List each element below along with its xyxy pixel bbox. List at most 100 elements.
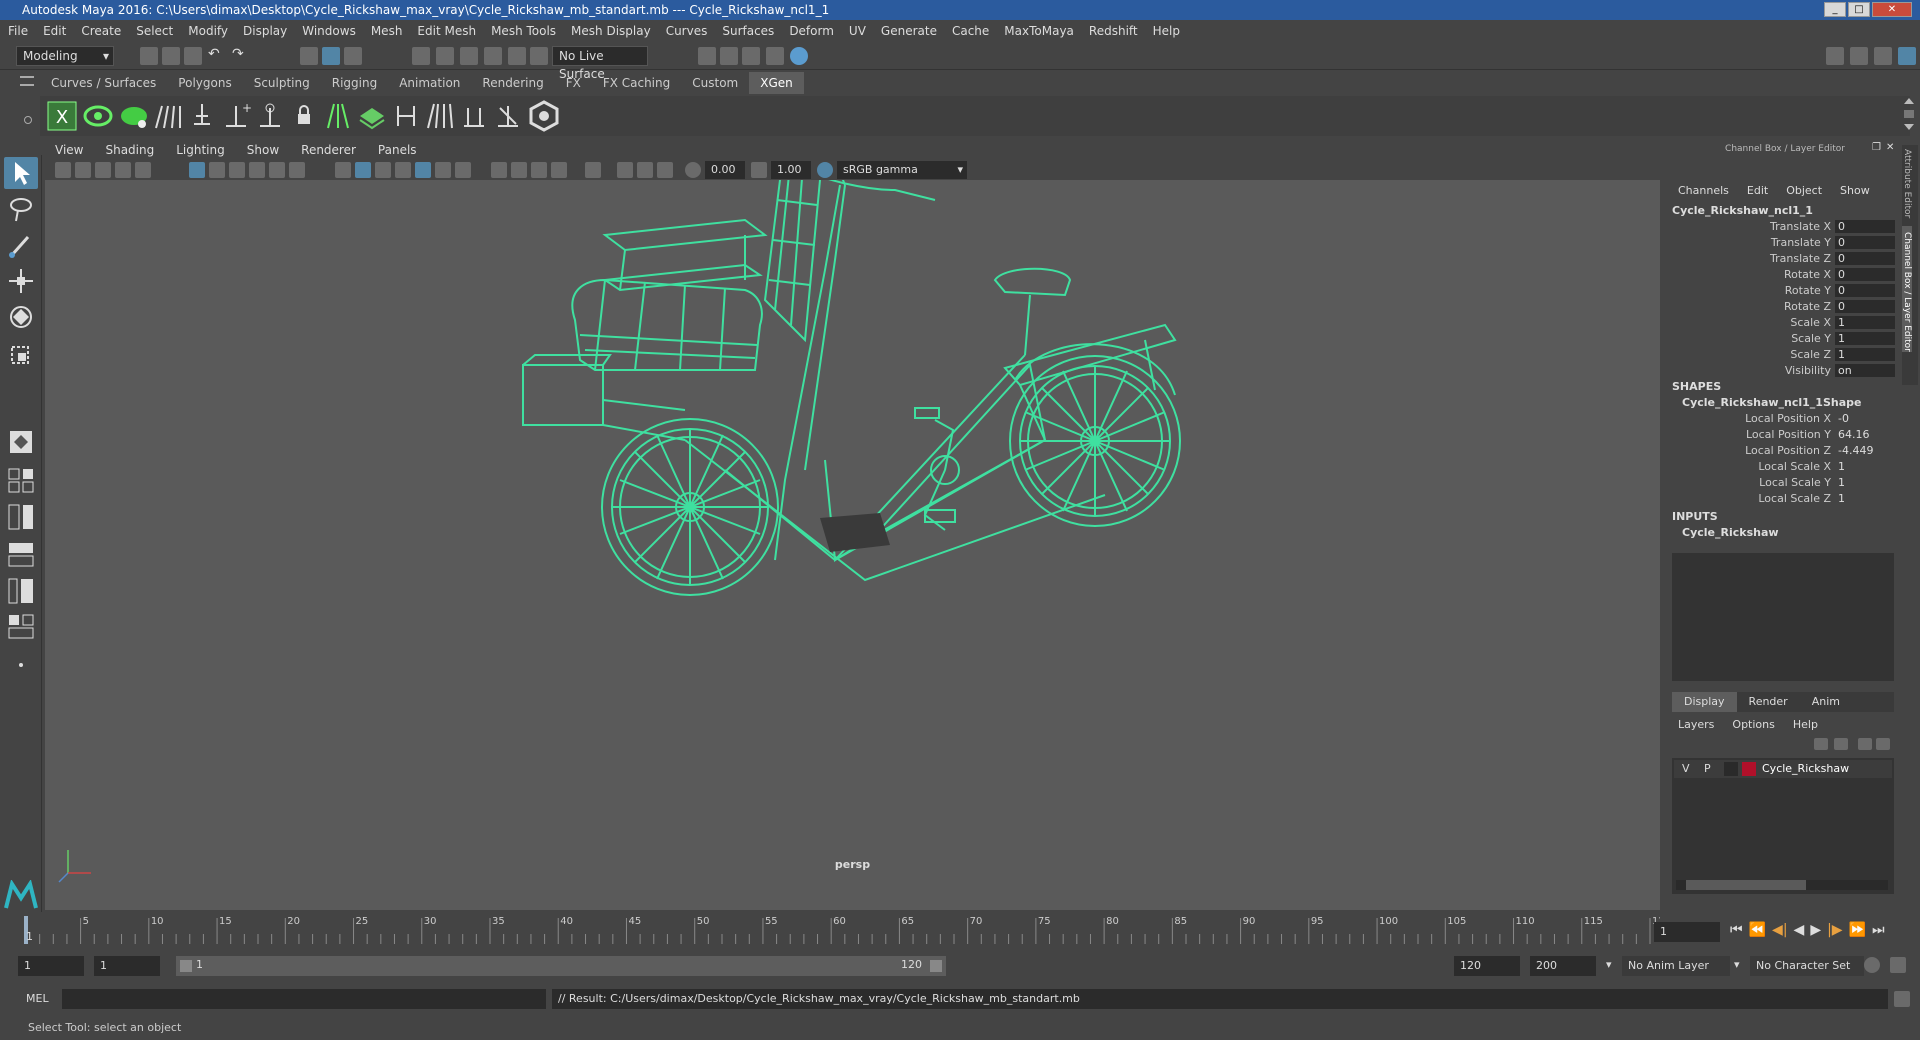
shelf-menu-icon[interactable]: [20, 76, 34, 86]
shelf-options-icon[interactable]: [24, 116, 32, 124]
channel-value[interactable]: 1: [1835, 492, 1895, 505]
close-button[interactable]: ✕: [1872, 2, 1912, 17]
hypershade-icon[interactable]: [766, 47, 784, 65]
chevron-down-icon[interactable]: ▾: [1734, 958, 1740, 971]
channel-row[interactable]: Translate Y 0: [1670, 236, 1895, 252]
new-scene-icon[interactable]: [140, 47, 158, 65]
vp-menu-show[interactable]: Show: [247, 143, 279, 157]
snap-point-icon[interactable]: [460, 47, 478, 65]
channel-row[interactable]: Rotate X 0: [1670, 268, 1895, 284]
ambient-occlusion-icon[interactable]: [491, 162, 507, 178]
channel-value[interactable]: 1: [1835, 348, 1895, 361]
cb-menu-object[interactable]: Object: [1786, 184, 1822, 197]
select-component-icon[interactable]: [344, 47, 362, 65]
channel-value[interactable]: 1: [1835, 476, 1895, 489]
shelf-tab-rigging[interactable]: Rigging: [321, 72, 388, 94]
xgen-layers-icon[interactable]: [356, 100, 388, 132]
menu-create[interactable]: Create: [81, 24, 121, 38]
snap-grid-icon[interactable]: [412, 47, 430, 65]
backface-icon[interactable]: [657, 162, 673, 178]
menu-mesh-display[interactable]: Mesh Display: [571, 24, 651, 38]
character-set-dropdown[interactable]: No Character Set: [1750, 956, 1864, 976]
depth-of-field-icon[interactable]: [551, 162, 567, 178]
render-frame-icon[interactable]: [698, 47, 716, 65]
time-slider[interactable]: 5 10 15 20 25 30 35 40 45 50 55 60 65 70 75 80 85 90 95 100…: [0, 912, 1920, 947]
new-layer-selected-icon[interactable]: [1876, 738, 1890, 750]
bookmark-icon[interactable]: [95, 162, 111, 178]
motion-blur-icon[interactable]: [511, 162, 527, 178]
channel-row[interactable]: Scale Y 1: [1670, 332, 1895, 348]
step-back-key-icon[interactable]: ⏪: [1749, 922, 1766, 938]
shelf-tab-rendering[interactable]: Rendering: [471, 72, 554, 94]
menu-deform[interactable]: Deform: [789, 24, 834, 38]
menu-select[interactable]: Select: [136, 24, 173, 38]
field-chart-icon[interactable]: [269, 162, 285, 178]
anim-layer-dropdown[interactable]: No Anim Layer: [1622, 956, 1730, 976]
cb-menu-show[interactable]: Show: [1840, 184, 1870, 197]
play-forward-icon[interactable]: ▶: [1810, 922, 1821, 938]
channel-row[interactable]: Local Scale Y 1: [1670, 476, 1895, 492]
channel-value[interactable]: 1: [1835, 332, 1895, 345]
cb-menu-channels[interactable]: Channels: [1678, 184, 1729, 197]
channel-value[interactable]: -4.449: [1835, 444, 1895, 457]
snap-curve-icon[interactable]: [436, 47, 454, 65]
render-settings-icon[interactable]: [742, 47, 760, 65]
xgen-editor-icon[interactable]: X: [46, 100, 78, 132]
more-layouts-button[interactable]: [4, 649, 38, 681]
vp-menu-panels[interactable]: Panels: [378, 143, 417, 157]
channel-row[interactable]: Translate Z 0: [1670, 252, 1895, 268]
channel-row[interactable]: Scale X 1: [1670, 316, 1895, 332]
camera-attributes-icon[interactable]: [75, 162, 91, 178]
range-end-handle[interactable]: [930, 960, 942, 972]
channel-value[interactable]: 64.16: [1835, 428, 1895, 441]
move-layer-down-icon[interactable]: [1834, 738, 1848, 750]
menu-display[interactable]: Display: [243, 24, 287, 38]
save-scene-icon[interactable]: [184, 47, 202, 65]
rotate-tool-button[interactable]: [4, 301, 38, 333]
shadows-icon[interactable]: [455, 162, 471, 178]
channel-value[interactable]: 0: [1835, 252, 1895, 265]
toggle-panel-icon[interactable]: [1850, 47, 1868, 65]
shelf-tab-animation[interactable]: Animation: [388, 72, 471, 94]
playback-end-field[interactable]: 120: [1454, 956, 1520, 976]
lasso-tool-button[interactable]: [4, 193, 38, 225]
lights-icon[interactable]: [435, 162, 451, 178]
menu-surfaces[interactable]: Surfaces: [722, 24, 774, 38]
channel-value[interactable]: 1: [1835, 316, 1895, 329]
add-guide-icon[interactable]: +: [220, 100, 252, 132]
menu-file[interactable]: File: [8, 24, 28, 38]
xgen-grooming-icon[interactable]: [152, 100, 184, 132]
layer-reference-toggle[interactable]: [1724, 762, 1738, 776]
step-back-frame-icon[interactable]: ◀|: [1772, 922, 1787, 938]
vp-menu-view[interactable]: View: [55, 143, 83, 157]
snap-view-icon[interactable]: [484, 47, 502, 65]
channel-row[interactable]: Local Scale Z 1: [1670, 492, 1895, 508]
layer-visibility-toggle[interactable]: V: [1682, 762, 1690, 775]
menu-cache[interactable]: Cache: [952, 24, 989, 38]
select-object-icon[interactable]: [322, 47, 340, 65]
shape-name[interactable]: Cycle_Rickshaw_ncl1_1Shape: [1682, 396, 1861, 409]
go-to-start-icon[interactable]: ⏮: [1730, 922, 1743, 938]
ipr-render-icon[interactable]: [720, 47, 738, 65]
anim-preferences-icon[interactable]: [1890, 957, 1906, 973]
gamma-field[interactable]: 1.00: [771, 161, 811, 179]
vp-menu-renderer[interactable]: Renderer: [301, 143, 356, 157]
workspace-icon[interactable]: [1826, 47, 1844, 65]
menu-edit-mesh[interactable]: Edit Mesh: [417, 24, 476, 38]
resolution-gate-icon[interactable]: [229, 162, 245, 178]
shelf-scroll-icon[interactable]: [1904, 98, 1914, 132]
xgen-preview-icon[interactable]: [82, 100, 114, 132]
exposure-icon[interactable]: [685, 162, 701, 178]
channel-box-toggle-icon[interactable]: [1898, 47, 1916, 65]
default-material-icon[interactable]: [375, 162, 391, 178]
gate-mask-icon[interactable]: [249, 162, 265, 178]
vp-menu-lighting[interactable]: Lighting: [176, 143, 225, 157]
channel-value[interactable]: on: [1835, 364, 1895, 377]
scale-tool-button[interactable]: [4, 337, 38, 369]
shelf-tab-fx-caching[interactable]: FX Caching: [592, 72, 681, 94]
move-tool-button[interactable]: [4, 265, 38, 297]
grease-pencil-icon[interactable]: [135, 162, 151, 178]
layer-menu-help[interactable]: Help: [1793, 718, 1818, 731]
shelf-tab-curves-surfaces[interactable]: Curves / Surfaces: [40, 72, 167, 94]
snap-surface-icon[interactable]: [508, 47, 526, 65]
